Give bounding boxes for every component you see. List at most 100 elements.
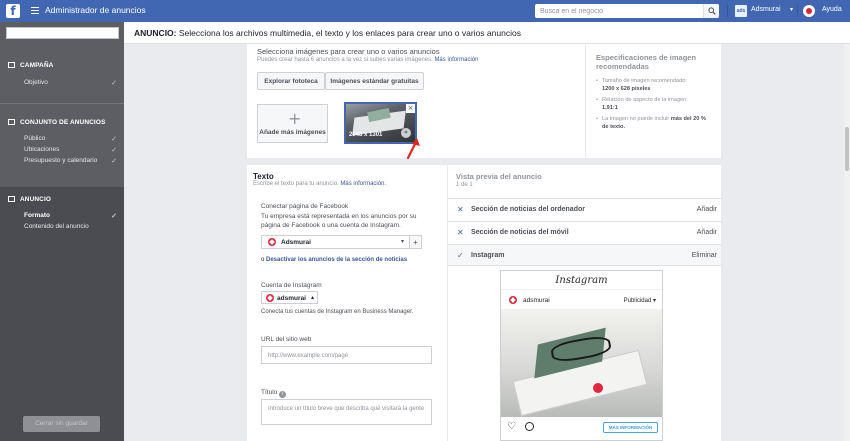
close-without-saving-button[interactable]: Cerrar sin guardar (23, 416, 100, 432)
adsmurai-logo-icon (268, 238, 276, 246)
divider (727, 5, 728, 17)
grid-icon (8, 119, 15, 125)
chevron-down-icon: ▾ (400, 239, 404, 245)
help-link[interactable]: Ayuda (822, 6, 842, 13)
sidebar-item-objetivo[interactable]: Objetivo ✓ (24, 79, 119, 87)
sidebar-item-ubicaciones[interactable]: Ubicaciones ✓ (24, 146, 119, 154)
instagram-description: Conecta tus cuentas de Instagram en Busi… (261, 309, 414, 315)
free-stock-images-button[interactable]: Imágenes estándar gratuitas (325, 72, 424, 90)
disconnect-feed-link[interactable]: Desactivar los anuncios de la sección de… (266, 257, 407, 263)
check-icon: ✓ (457, 251, 464, 260)
sidebar-search-input[interactable] (6, 27, 119, 39)
instagram-actions: ♡ MÁS INFORMACIÓN (501, 417, 662, 440)
top-bar: f Administrador de anuncios ads Adsmurai… (0, 0, 850, 22)
help-avatar-icon[interactable] (803, 5, 815, 17)
divider (797, 5, 798, 17)
divider (0, 103, 124, 104)
ad-icon (8, 196, 15, 202)
crop-icon[interactable]: ⌗ (401, 128, 411, 138)
instagram-username: adsmurai (523, 297, 550, 304)
sidebar: CAMPAÑA Objetivo ✓ CONJUNTO DE ANUNCIOS P… (0, 22, 124, 441)
more-info-link[interactable]: Más información (434, 57, 478, 63)
sidebar-item-publico[interactable]: Público ✓ (24, 135, 119, 143)
placement-row-desktop[interactable]: ✕ Sección de noticias del ordenador Añad… (448, 198, 721, 220)
check-icon: ✓ (111, 136, 117, 143)
specs-item: La imagen no puede incluir más del 20 % … (596, 115, 711, 131)
sidebar-item-formato[interactable]: Formato ✓ (24, 212, 119, 220)
close-icon[interactable]: × (406, 104, 415, 113)
section-adset[interactable]: CONJUNTO DE ANUNCIOS (8, 119, 105, 126)
add-page-button[interactable]: + (410, 235, 422, 249)
image-selection-panel: Selecciona imágenes para crear uno o var… (247, 44, 721, 158)
headline-input[interactable]: Introduce un título breve que describa q… (261, 399, 432, 425)
ad-preview-panel: Vista previa del anuncio 1 de 1 ✕ Secció… (447, 165, 721, 441)
ad-image (501, 309, 662, 417)
placement-row-mobile[interactable]: ✕ Sección de noticias del móvil Añadir (448, 221, 721, 243)
close-icon[interactable]: ✕ (457, 205, 464, 214)
check-icon: ✓ (111, 147, 117, 154)
divider (501, 289, 662, 290)
preview-count: 1 de 1 (456, 182, 473, 188)
search-box (535, 4, 719, 18)
check-icon: ✓ (111, 213, 117, 220)
avatar (509, 296, 517, 304)
adsmurai-logo-icon (266, 294, 274, 302)
facebook-page-select[interactable]: Adsmurai ▾ (261, 235, 410, 249)
heart-icon[interactable]: ♡ (507, 421, 516, 432)
images-subtitle: Puedes crear hasta 6 anuncios a la vez s… (257, 57, 479, 63)
search-input[interactable] (535, 4, 695, 18)
comment-icon[interactable] (525, 422, 534, 431)
instagram-account-label: Cuenta de Instagram (261, 282, 322, 289)
instagram-account-select[interactable]: adsmurai ▴ (261, 291, 318, 304)
sidebar-item-presupuesto[interactable]: Presupuesto y calendario ✓ (24, 157, 119, 165)
plus-icon: + (288, 109, 302, 128)
app-title[interactable]: Administrador de anuncios (45, 5, 146, 15)
section-campaign[interactable]: CAMPAÑA (8, 62, 53, 69)
specs-item: Relación de aspecto de la imagen:1,91:1 (596, 96, 711, 112)
browse-library-button[interactable]: Explorar fototeca (257, 72, 325, 90)
facebook-page-label: Conectar página de Facebook (261, 203, 349, 210)
scrollbar-thumb[interactable] (845, 127, 849, 171)
menu-icon[interactable] (31, 7, 39, 14)
text-subtitle: Escribe el texto para tu anuncio. Más in… (253, 181, 387, 187)
chevron-down-icon: ▾ (652, 298, 656, 304)
placement-row-instagram[interactable]: ✓ Instagram Eliminar (448, 244, 721, 266)
text-panel: Texto Escribe el texto para tu anuncio. … (247, 165, 447, 441)
facebook-page-description: Tu empresa está representada en los anun… (261, 213, 417, 229)
annotation-arrow-icon (406, 138, 420, 160)
book-logo-shape (593, 383, 603, 393)
page-title: ANUNCIO: Selecciona los archivos multime… (134, 28, 521, 38)
sidebar-item-contenido[interactable]: Contenido del anuncio (24, 223, 119, 230)
section-ad[interactable]: ANUNCIO (8, 196, 51, 203)
learn-more-button[interactable]: MÁS INFORMACIÓN (603, 422, 658, 433)
preview-title: Vista previa del anuncio (456, 172, 542, 181)
specs-list: Tamaño de imagen recomendado:1200 x 628 … (596, 77, 711, 131)
add-images-button[interactable]: + Añade más imágenes (257, 104, 328, 143)
search-button[interactable] (703, 4, 719, 18)
search-icon (708, 7, 716, 15)
website-url-input[interactable]: http://www.example.com/page (261, 346, 432, 364)
account-name[interactable]: Adsmurai (751, 6, 781, 13)
scrollbar[interactable] (844, 44, 850, 441)
image-dimensions: 2048 x 1301 (349, 132, 383, 138)
sponsored-label: Publicidad ▾ (623, 298, 656, 304)
info-icon[interactable]: i (279, 391, 287, 398)
specs-item: Tamaño de imagen recomendado:1200 x 628 … (596, 77, 711, 93)
chevron-down-icon: ▴ (310, 295, 314, 301)
website-url-label: URL del sitio web (261, 336, 312, 343)
close-icon[interactable]: ✕ (457, 228, 464, 237)
text-title: Texto (253, 172, 274, 181)
remove-placement-link[interactable]: Eliminar (692, 252, 717, 259)
check-icon: ✓ (111, 80, 117, 87)
more-info-link[interactable]: Más información. (340, 181, 386, 187)
instagram-wordmark: Instagram (555, 275, 608, 286)
folder-icon (8, 62, 15, 68)
specs-title: Especificaciones de imagen recomendadas (596, 53, 697, 71)
images-title: Selecciona imágenes para crear uno o var… (257, 47, 440, 56)
account-logo-icon[interactable]: ads (735, 5, 747, 17)
chevron-down-icon[interactable]: ▾ (790, 6, 793, 13)
add-placement-link[interactable]: Añadir (697, 229, 717, 236)
facebook-logo-icon[interactable]: f (6, 4, 20, 18)
instagram-preview: Instagram adsmurai Publicidad ▾ ♡ MÁS IN… (500, 270, 663, 441)
add-placement-link[interactable]: Añadir (697, 206, 717, 213)
